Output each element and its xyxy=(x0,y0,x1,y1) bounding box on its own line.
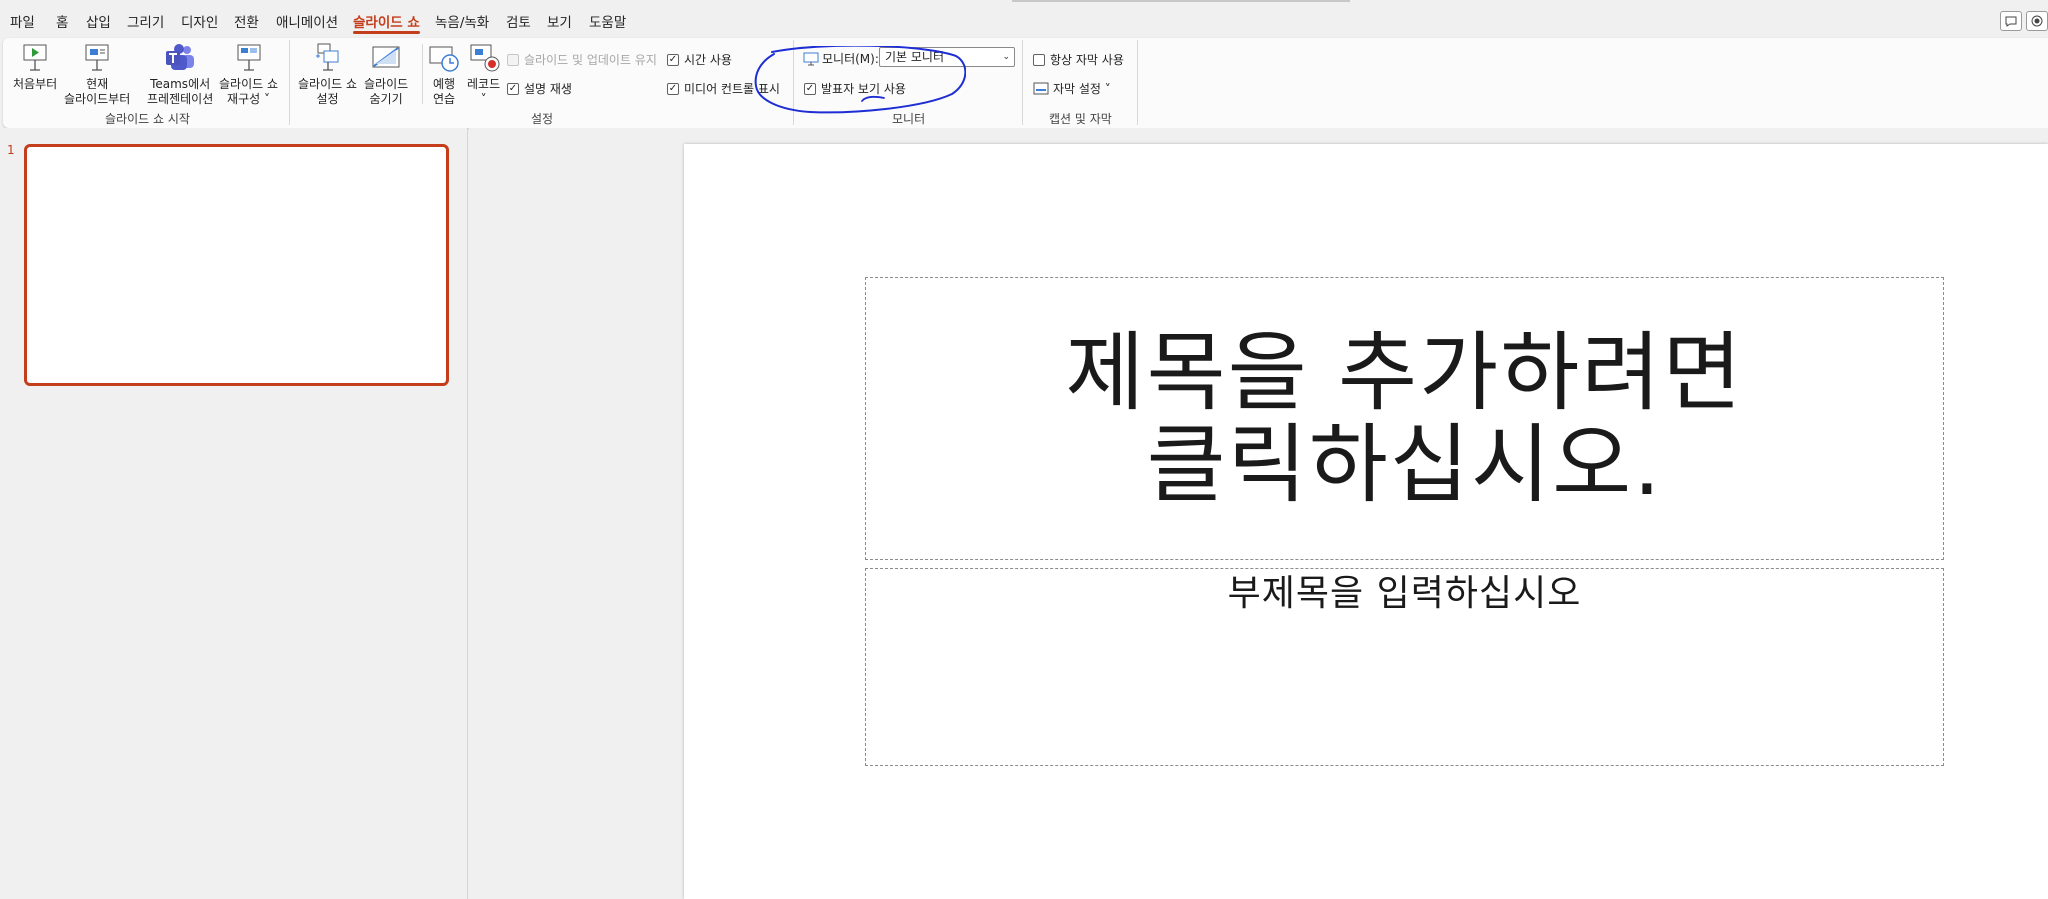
present-in-teams-button[interactable]: Teams에서 프레젠테이션 xyxy=(147,42,213,107)
keep-slides-updated-checkbox[interactable]: 슬라이드 및 업데이트 유지 xyxy=(507,51,657,68)
checkbox-box xyxy=(1033,53,1045,66)
current-slide-icon xyxy=(85,44,109,71)
rehearse-timer-icon xyxy=(429,46,459,72)
slide-thumbnail[interactable] xyxy=(24,144,449,386)
show-media-controls-checkbox[interactable]: ✓ 미디어 컨트롤 표시 xyxy=(667,80,780,97)
checkmark-icon: ✓ xyxy=(667,82,679,95)
tab-home[interactable]: 홈 xyxy=(56,11,68,31)
tab-draw[interactable]: 그리기 xyxy=(127,11,164,31)
hide-slide-button[interactable]: 슬라이드 숨기기 xyxy=(364,42,408,107)
from-current-slide-button[interactable]: 현재 슬라이드부터 xyxy=(64,42,130,107)
play-narrations-checkbox[interactable]: ✓ 설명 재생 xyxy=(507,80,572,97)
tab-insert[interactable]: 삽입 xyxy=(86,11,111,31)
tab-slideshow[interactable]: 슬라이드 쇼 xyxy=(353,11,420,34)
hide-slide-icon xyxy=(372,46,400,68)
tab-view[interactable]: 보기 xyxy=(547,11,572,31)
record-button[interactable]: 레코드 ˅ xyxy=(467,42,500,107)
group-divider xyxy=(1137,40,1138,125)
tab-record[interactable]: 녹음/녹화 xyxy=(435,11,489,31)
from-beginning-button[interactable]: 처음부터 xyxy=(13,42,57,92)
monitor-label: 모니터(M): xyxy=(803,50,879,67)
monitor-select[interactable]: 기본 모니터 ⌄ xyxy=(879,47,1015,67)
use-timings-checkbox[interactable]: ✓ 시간 사용 xyxy=(667,51,732,68)
tab-transitions[interactable]: 전환 xyxy=(234,11,259,31)
subtitle-settings-icon xyxy=(1033,82,1049,95)
subtitle-settings-button[interactable]: 자막 설정 ˅ xyxy=(1033,80,1111,97)
menu-bar: 파일 홈 삽입 그리기 디자인 전환 애니메이션 슬라이드 쇼 녹음/녹화 검토… xyxy=(0,0,2048,38)
group-label-start: 슬라이드 쇼 시작 xyxy=(105,112,190,126)
group-label-monitor: 모니터 xyxy=(892,112,926,126)
subtitle-placeholder[interactable]: 부제목을 입력하십시오 xyxy=(865,568,1944,766)
use-presenter-view-checkbox[interactable]: ✓ 발표자 보기 사용 xyxy=(804,80,906,97)
rehearse-timings-button[interactable]: 예행 연습 xyxy=(428,42,460,107)
always-use-subtitles-checkbox[interactable]: 항상 자막 사용 xyxy=(1033,51,1124,68)
comments-icon[interactable] xyxy=(2000,11,2022,31)
teams-icon xyxy=(166,44,195,70)
checkmark-icon: ✓ xyxy=(804,82,816,95)
custom-show-icon xyxy=(237,44,260,71)
checkmark-icon: ✓ xyxy=(507,82,519,95)
play-from-start-icon xyxy=(23,44,47,71)
tab-file[interactable]: 파일 xyxy=(10,11,35,31)
group-divider xyxy=(1022,40,1023,125)
group-label-setup: 설정 xyxy=(531,112,554,126)
sub-divider xyxy=(422,44,423,104)
group-divider xyxy=(793,40,794,125)
setup-show-icon xyxy=(315,43,338,71)
tab-help[interactable]: 도움말 xyxy=(589,11,626,31)
checkmark-icon: ✓ xyxy=(667,53,679,66)
record-icon[interactable] xyxy=(2026,11,2048,31)
group-divider xyxy=(289,40,290,125)
monitor-icon xyxy=(803,52,819,65)
tab-design[interactable]: 디자인 xyxy=(181,11,218,31)
chevron-down-icon: ⌄ xyxy=(1002,52,1010,62)
slide-number: 1 xyxy=(7,143,15,157)
setup-slideshow-button[interactable]: 슬라이드 쇼 설정 xyxy=(298,42,357,107)
custom-slideshow-button[interactable]: 슬라이드 쇼 재구성 ˅ xyxy=(219,42,278,107)
title-placeholder[interactable]: 제목을 추가하려면 클릭하십시오. xyxy=(865,277,1944,560)
checkbox-box xyxy=(507,53,519,66)
tab-animations[interactable]: 애니메이션 xyxy=(276,11,338,31)
tab-review[interactable]: 검토 xyxy=(506,11,531,31)
record-slideshow-icon xyxy=(470,44,500,72)
group-label-captions: 캡션 및 자막 xyxy=(1049,112,1112,126)
